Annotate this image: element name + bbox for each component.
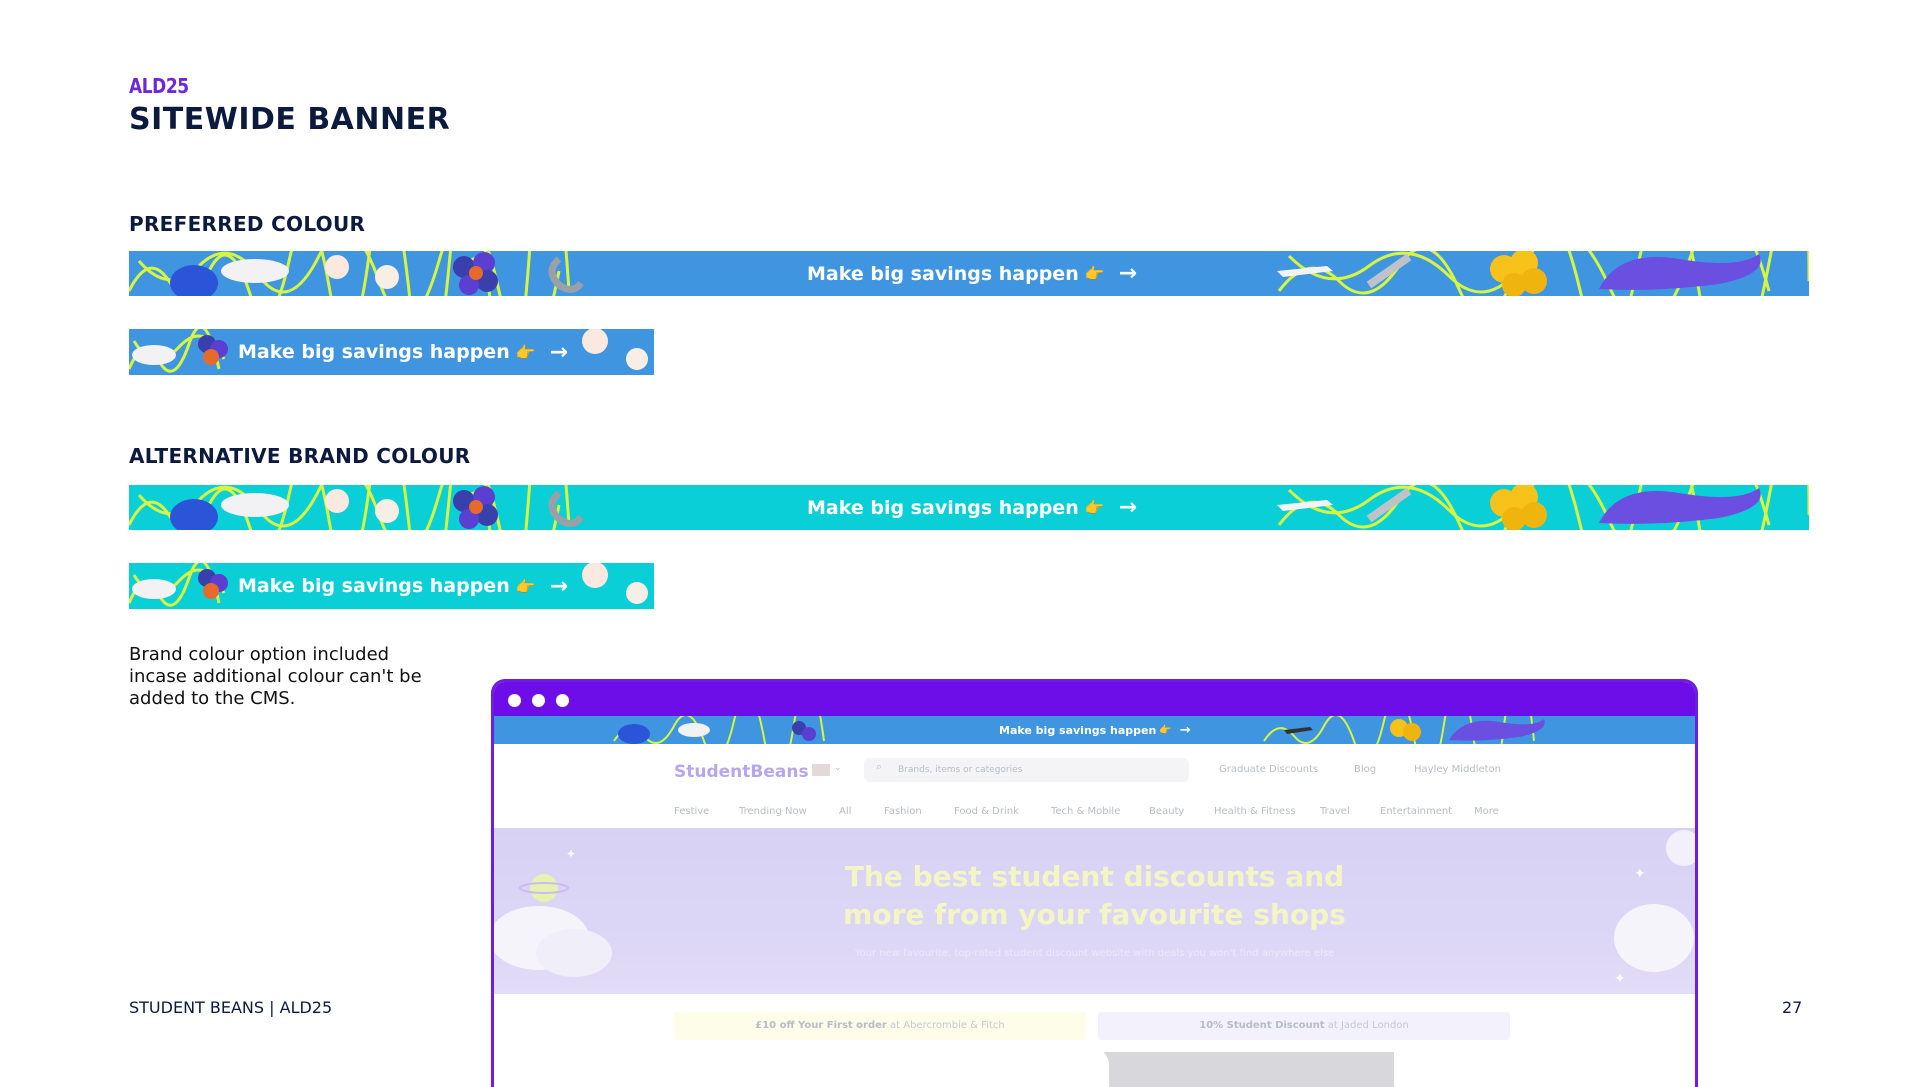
window-dot-icon xyxy=(556,694,569,707)
pointing-hand-icon: 👉 xyxy=(515,342,536,362)
alternative-mobile-banner[interactable]: Make big savings happen 👉 → xyxy=(129,563,654,609)
uk-flag-icon[interactable] xyxy=(812,764,830,776)
hero-title: The best student discounts and more from… xyxy=(494,858,1695,934)
hero-title-line-1: The best student discounts and xyxy=(844,860,1345,893)
arrow-right-icon: → xyxy=(549,573,569,599)
category-food-drink[interactable]: Food & Drink xyxy=(954,806,1019,817)
category-fashion[interactable]: Fashion xyxy=(884,806,922,817)
arrow-right-icon: → xyxy=(1179,722,1191,738)
brand-colour-note: Brand colour option included incase addi… xyxy=(129,644,422,709)
preferred-mobile-banner[interactable]: Make big savings happen 👉 → xyxy=(129,329,654,375)
category-tech-mobile[interactable]: Tech & Mobile xyxy=(1051,806,1120,817)
pointing-hand-icon: 👉 xyxy=(1084,498,1105,517)
content-thumbnail[interactable] xyxy=(1094,1052,1394,1087)
browser-mockup: Make big savings happen 👉 → StudentBeans… xyxy=(491,679,1698,1087)
category-health-fitness[interactable]: Health & Fitness xyxy=(1214,806,1296,817)
hero-section: ✦ ✦ ✦ The best student discounts and mor… xyxy=(494,828,1695,994)
alternative-wide-banner[interactable]: Make big savings happen 👉 → xyxy=(129,485,1809,530)
category-trending-now[interactable]: Trending Now xyxy=(739,806,807,817)
nav-graduate-discounts[interactable]: Graduate Discounts xyxy=(1219,764,1318,775)
nav-user-menu[interactable]: Hayley Middleton xyxy=(1414,764,1501,775)
mockup-sitewide-banner[interactable]: Make big savings happen 👉 → xyxy=(494,716,1695,744)
banner-message: Make big savings happen 👉 → xyxy=(999,716,1191,744)
window-dot-icon xyxy=(532,694,545,707)
preferred-colour-label: PREFERRED COLOUR xyxy=(129,212,366,236)
browser-chrome xyxy=(494,682,1695,716)
search-icon: ⌕ xyxy=(876,761,883,773)
pointing-hand-icon: 👉 xyxy=(515,576,536,596)
arrow-right-icon: → xyxy=(1118,261,1138,286)
banner-message: Make big savings happen 👉 → xyxy=(807,251,1137,296)
site-header: StudentBeans ⌄ Brands, items or categori… xyxy=(494,744,1695,840)
page-title: SITEWIDE BANNER xyxy=(129,102,451,137)
nav-blog[interactable]: Blog xyxy=(1354,764,1376,775)
banner-label: Make big savings happen xyxy=(238,341,510,363)
arrow-right-icon: → xyxy=(549,339,569,365)
banner-message: Make big savings happen 👉 → xyxy=(238,329,568,375)
banner-label: Make big savings happen xyxy=(238,575,510,597)
deal-brand: at Jaded London xyxy=(1324,1020,1409,1031)
category-festive[interactable]: Festive xyxy=(674,806,709,817)
banner-message: Make big savings happen 👉 → xyxy=(807,485,1137,530)
category-all[interactable]: All xyxy=(839,806,851,817)
eyebrow-code: ALD25 xyxy=(129,74,189,98)
studentbeans-logo[interactable]: StudentBeans xyxy=(674,762,809,782)
search-input[interactable]: Brands, items or categories xyxy=(864,758,1189,782)
preferred-wide-banner[interactable]: Make big savings happen 👉 → xyxy=(129,251,1809,296)
banner-label: Make big savings happen xyxy=(999,723,1157,737)
banner-label: Make big savings happen xyxy=(807,262,1079,285)
deal-title: 10% Student Discount xyxy=(1199,1020,1325,1031)
category-more[interactable]: More xyxy=(1474,806,1499,817)
banner-label: Make big savings happen xyxy=(807,496,1079,519)
chevron-down-icon[interactable]: ⌄ xyxy=(834,762,842,773)
deal-brand: at Abercrombie & Fitch xyxy=(886,1020,1005,1031)
category-travel[interactable]: Travel xyxy=(1320,806,1350,817)
window-dot-icon xyxy=(508,694,521,707)
svg-text:✦: ✦ xyxy=(1614,971,1626,987)
pointing-hand-icon: 👉 xyxy=(1084,264,1105,283)
arrow-right-icon: → xyxy=(1118,495,1138,520)
footer-brand: STUDENT BEANS | ALD25 xyxy=(129,998,333,1017)
page-number: 27 xyxy=(1782,998,1803,1017)
hero-title-line-2: more from your favourite shops xyxy=(843,898,1346,931)
deal-card-jaded-london[interactable]: 10% Student Discount at Jaded London xyxy=(1098,1012,1510,1040)
banner-message: Make big savings happen 👉 → xyxy=(238,563,568,609)
alternative-colour-label: ALTERNATIVE BRAND COLOUR xyxy=(129,444,471,468)
deal-title: £10 off Your First order xyxy=(755,1020,887,1031)
hero-subtitle: Your new favourite, top-rated student di… xyxy=(854,948,1335,959)
category-beauty[interactable]: Beauty xyxy=(1149,806,1184,817)
category-entertainment[interactable]: Entertainment xyxy=(1380,806,1452,817)
thumbnail-mask xyxy=(1049,1047,1109,1087)
pointing-hand-icon: 👉 xyxy=(1159,724,1172,736)
deal-card-abercrombie[interactable]: £10 off Your First order at Abercrombie … xyxy=(674,1012,1086,1040)
